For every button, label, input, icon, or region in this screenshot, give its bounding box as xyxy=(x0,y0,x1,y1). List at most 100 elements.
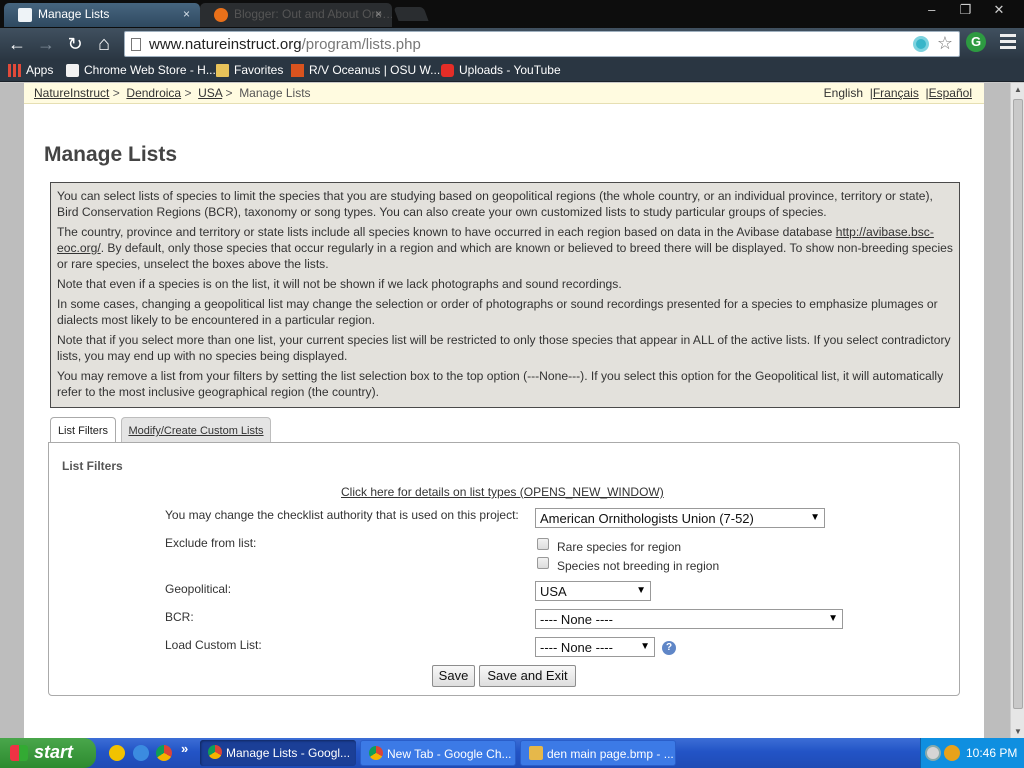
rare-species-checkbox[interactable] xyxy=(537,538,549,550)
browser-tab-manage-lists[interactable]: Manage Lists × xyxy=(4,3,200,27)
info-text: . By default, only those species that oc… xyxy=(57,241,953,271)
language-current: English xyxy=(823,86,864,100)
quick-launch-overflow-icon[interactable]: » xyxy=(181,741,188,756)
breadcrumb-separator: > xyxy=(112,86,120,100)
breadcrumb-natureinstruct[interactable]: NatureInstruct xyxy=(34,86,109,100)
non-breeding-checkbox[interactable] xyxy=(537,557,549,569)
custom-list-label: Load Custom List: xyxy=(165,638,262,652)
system-tray: 10:46 PM xyxy=(920,738,1024,768)
info-paragraph: Note that if you select more than one li… xyxy=(57,333,951,363)
page-title: Manage Lists xyxy=(44,143,178,166)
maximize-icon[interactable]: ❐ xyxy=(950,2,980,18)
bookmark-star-icon[interactable]: ☆ xyxy=(937,33,953,54)
scroll-up-icon[interactable]: ▲ xyxy=(1014,85,1022,94)
bcr-value: ---- None ---- xyxy=(540,612,613,627)
windows-taskbar: start » Manage Lists - Googl... New Tab … xyxy=(0,738,1024,768)
bookmark-youtube[interactable]: Uploads - YouTube xyxy=(441,63,561,77)
bcr-select[interactable]: ---- None ---- ▼ xyxy=(535,609,843,629)
bookmark-favorites[interactable]: Favorites xyxy=(216,63,283,77)
panel-heading: List Filters xyxy=(62,459,123,473)
grammarly-icon[interactable]: G xyxy=(966,32,986,52)
save-and-exit-button[interactable]: Save and Exit xyxy=(479,665,576,687)
language-french-link[interactable]: Français xyxy=(873,86,919,100)
authority-select[interactable]: American Ornithologists Union (7-52) ▼ xyxy=(535,508,825,528)
geopolitical-select[interactable]: USA ▼ xyxy=(535,581,651,601)
bookmark-chrome-web-store[interactable]: Chrome Web Store - H... xyxy=(66,63,216,77)
tray-app-icon[interactable] xyxy=(944,745,960,761)
tab-list-filters[interactable]: List Filters xyxy=(50,417,116,444)
help-icon[interactable]: ? xyxy=(662,641,676,655)
instructions-box: You can select lists of species to limit… xyxy=(50,182,960,408)
start-button[interactable]: start xyxy=(0,738,96,768)
chrome-icon[interactable] xyxy=(156,745,172,761)
taskbar-item-paint[interactable]: den main page.bmp - ... xyxy=(520,740,676,766)
close-window-icon[interactable]: ✕ xyxy=(984,2,1014,18)
list-types-details-link[interactable]: Click here for details on list types (OP… xyxy=(341,485,664,499)
back-icon[interactable]: ← xyxy=(4,32,30,56)
authority-label: You may change the checklist authority t… xyxy=(165,508,519,522)
internet-explorer-icon[interactable] xyxy=(133,745,149,761)
chrome-icon xyxy=(208,745,222,759)
reload-icon[interactable]: ↻ xyxy=(62,32,88,56)
bookmark-rv-oceanus[interactable]: R/V Oceanus | OSU W... xyxy=(291,63,440,77)
extension-icon[interactable] xyxy=(913,36,929,52)
aim-icon[interactable] xyxy=(109,745,125,761)
geopolitical-label: Geopolitical: xyxy=(165,582,232,596)
breadcrumb-current: Manage Lists xyxy=(239,86,311,100)
chrome-menu-icon[interactable] xyxy=(1000,34,1016,52)
scroll-down-icon[interactable]: ▼ xyxy=(1014,727,1022,736)
start-label: start xyxy=(34,742,74,762)
breadcrumb-usa[interactable]: USA xyxy=(198,86,222,100)
taskbar-item-manage-lists[interactable]: Manage Lists - Googl... xyxy=(200,740,356,766)
minimize-icon[interactable]: – xyxy=(917,2,947,17)
breadcrumb-bar: NatureInstruct > Dendroica > USA > Manag… xyxy=(24,83,984,104)
home-icon[interactable]: ⌂ xyxy=(91,32,117,56)
tab-strip: Manage Lists × Blogger: Out and About Or… xyxy=(0,0,1024,28)
language-switcher: English |Français |Español xyxy=(824,86,972,100)
tab-custom-lists[interactable]: Modify/Create Custom Lists xyxy=(121,417,271,443)
new-tab-button[interactable] xyxy=(393,7,429,21)
bookmarks-bar: Apps Chrome Web Store - H... Favorites R… xyxy=(0,60,1024,82)
non-breeding-label: Species not breeding in region xyxy=(557,559,720,573)
taskbar-item-new-tab[interactable]: New Tab - Google Ch... xyxy=(360,740,516,766)
paint-icon xyxy=(529,746,543,760)
page-scrollbar[interactable]: ▲ ▼ xyxy=(1010,83,1024,738)
page-favicon-icon xyxy=(18,8,32,22)
scroll-thumb[interactable] xyxy=(1013,99,1023,709)
bookmark-apps[interactable]: Apps xyxy=(8,63,53,77)
chrome-web-store-icon xyxy=(66,64,79,77)
chevron-down-icon: ▼ xyxy=(636,585,646,596)
forward-icon[interactable]: → xyxy=(33,32,59,56)
url-host: www.natureinstruct.org xyxy=(149,36,302,53)
authority-value: American Ornithologists Union (7-52) xyxy=(540,511,754,526)
save-button[interactable]: Save xyxy=(432,665,475,687)
custom-list-select[interactable]: ---- None ---- ▼ xyxy=(535,637,655,657)
custom-list-value: ---- None ---- xyxy=(540,640,613,655)
breadcrumb: NatureInstruct > Dendroica > USA > Manag… xyxy=(34,86,311,100)
chevron-down-icon: ▼ xyxy=(640,641,650,652)
info-paragraph: In some cases, changing a geopolitical l… xyxy=(57,297,938,327)
folder-icon xyxy=(216,64,229,77)
chevron-down-icon: ▼ xyxy=(810,512,820,523)
chrome-icon xyxy=(369,746,383,760)
bookmark-label: Apps xyxy=(26,63,54,77)
info-paragraph: You may remove a list from your filters … xyxy=(57,369,944,399)
breadcrumb-separator: > xyxy=(225,86,233,100)
close-tab-icon[interactable]: × xyxy=(375,7,382,21)
tab-title: Blogger: Out and About Ore… xyxy=(234,7,392,21)
breadcrumb-separator: > xyxy=(184,86,192,100)
close-tab-icon[interactable]: × xyxy=(183,7,190,21)
page-icon xyxy=(131,38,141,51)
browser-toolbar: ← → ↻ ⌂ www.natureinstruct.org/program/l… xyxy=(0,28,1024,60)
breadcrumb-dendroica[interactable]: Dendroica xyxy=(126,86,181,100)
bookmark-label: R/V Oceanus | OSU W... xyxy=(309,63,441,77)
exclude-label: Exclude from list: xyxy=(165,536,257,550)
language-spanish-link[interactable]: Español xyxy=(929,86,972,100)
task-label: den main page.bmp - ... xyxy=(547,747,674,761)
browser-tab-blogger[interactable]: Blogger: Out and About Ore… × xyxy=(200,3,392,27)
address-bar[interactable]: www.natureinstruct.org/program/lists.php… xyxy=(124,31,960,57)
windows-logo-icon xyxy=(10,745,28,761)
url-text[interactable]: www.natureinstruct.org/program/lists.php xyxy=(149,36,421,53)
tray-expand-icon[interactable] xyxy=(925,745,941,761)
rare-species-label: Rare species for region xyxy=(557,540,682,554)
